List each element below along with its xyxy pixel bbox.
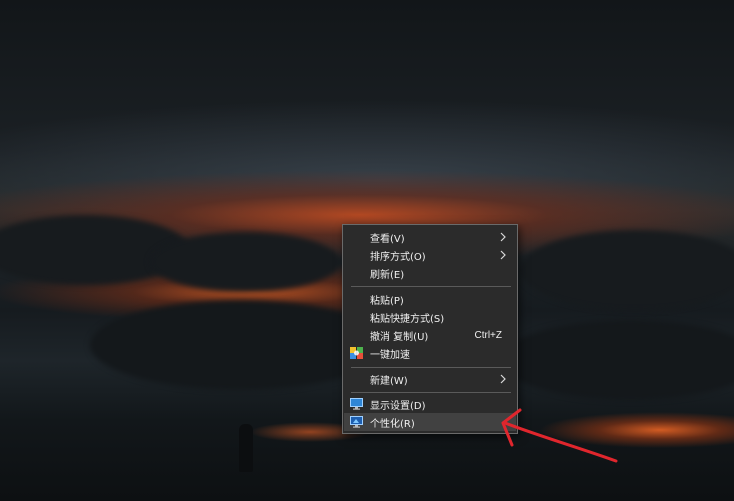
- menu-item-label: 排序方式(O): [370, 251, 426, 263]
- menu-item-label: 刷新(E): [370, 269, 405, 281]
- wallpaper-cloud: [520, 230, 734, 310]
- menu-item-label: 一键加速: [370, 349, 410, 361]
- menu-item-sort-by[interactable]: 排序方式(O): [344, 246, 516, 264]
- monitor-icon: [350, 398, 363, 410]
- menu-item-paste[interactable]: 粘贴(P): [344, 290, 516, 308]
- menu-item-paste-shortcut[interactable]: 粘贴快捷方式(S): [344, 308, 516, 326]
- menu-item-speed-boost[interactable]: 一键加速: [344, 344, 516, 362]
- wallpaper-cloud: [150, 232, 340, 292]
- chevron-right-icon: [500, 232, 506, 242]
- menu-item-view[interactable]: 查看(V): [344, 228, 516, 246]
- silhouette-figure: [239, 424, 253, 472]
- menu-item-shortcut: Ctrl+Z: [474, 329, 503, 341]
- menu-item-label: 撤消 复制(U): [370, 331, 429, 343]
- menu-item-personalize[interactable]: 个性化(R): [344, 413, 516, 431]
- menu-item-label: 显示设置(D): [370, 400, 426, 412]
- desktop-context-menu: 查看(V) 排序方式(O) 刷新(E) 粘贴(P) 粘贴快捷方式(S) 撤消 复…: [342, 224, 518, 434]
- wallpaper-cloud: [500, 320, 734, 400]
- chevron-right-icon: [500, 374, 506, 384]
- personalize-icon: [350, 416, 363, 428]
- menu-item-label: 新建(W): [370, 375, 408, 387]
- menu-item-label: 粘贴(P): [370, 295, 404, 307]
- menu-item-label: 个性化(R): [370, 418, 415, 430]
- menu-item-refresh[interactable]: 刷新(E): [344, 264, 516, 282]
- menu-separator: [351, 286, 511, 287]
- menu-item-display-settings[interactable]: 显示设置(D): [344, 395, 516, 413]
- menu-item-new[interactable]: 新建(W): [344, 370, 516, 388]
- speed-boost-icon: [350, 347, 363, 359]
- chevron-right-icon: [500, 250, 506, 260]
- menu-separator: [351, 392, 511, 393]
- menu-item-undo-copy[interactable]: 撤消 复制(U) Ctrl+Z: [344, 326, 516, 344]
- menu-item-label: 查看(V): [370, 233, 405, 245]
- menu-separator: [351, 367, 511, 368]
- menu-item-label: 粘贴快捷方式(S): [370, 313, 445, 325]
